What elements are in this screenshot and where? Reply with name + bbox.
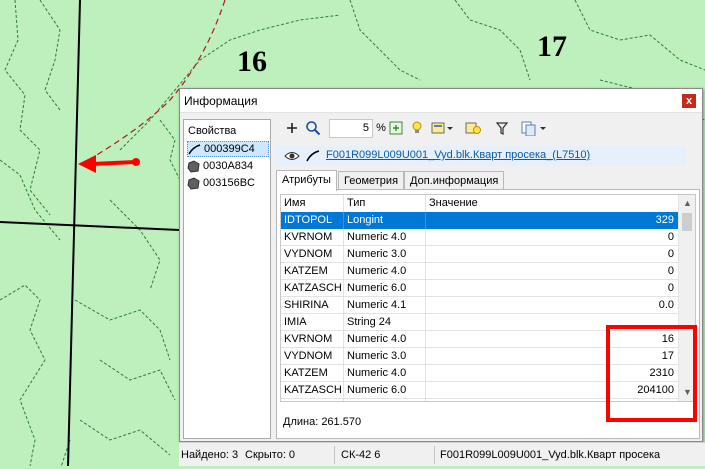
close-button[interactable]: x bbox=[682, 94, 696, 108]
length-readout: Длина: 261.570 bbox=[283, 416, 362, 428]
zoom-fit-icon bbox=[389, 121, 403, 135]
cell-name: SHIRINA bbox=[281, 297, 344, 314]
tree-item-label: 000399C4 bbox=[204, 143, 255, 155]
block-boundaries bbox=[0, 0, 180, 467]
cell-type: String 24 bbox=[344, 314, 426, 331]
table-row[interactable]: KVRNOM Numeric 4.0 0 bbox=[281, 229, 679, 246]
fit-button[interactable] bbox=[388, 119, 404, 137]
copy-menu-button[interactable] bbox=[520, 119, 548, 137]
header-value[interactable]: Значение bbox=[426, 195, 679, 212]
object-row: F001R099L009U001_Vyd.blk.Кварт просека_(… bbox=[276, 146, 686, 166]
cell-type: Numeric 4.0 bbox=[344, 365, 426, 382]
magnifier-icon bbox=[306, 121, 321, 136]
lightbulb-icon bbox=[412, 121, 422, 133]
red-arrow-annotation bbox=[78, 155, 140, 173]
cell-type: Numeric 4.1 bbox=[344, 297, 426, 314]
line-icon bbox=[188, 143, 201, 154]
cell-name: KVRNOM bbox=[281, 331, 344, 348]
tree-item-000399C4[interactable]: 000399C4 bbox=[187, 141, 269, 157]
cell-name: IMIA bbox=[281, 314, 344, 331]
cell-type: Numeric 4.0 bbox=[344, 331, 426, 348]
highlight-button[interactable] bbox=[410, 119, 424, 137]
dialog-titlebar[interactable]: Информация x bbox=[180, 89, 702, 113]
polygon-icon bbox=[187, 159, 200, 173]
cell-name: SHIRINA bbox=[281, 399, 344, 401]
status-bar: Найдено: 3 Скрыто: 0 СК-42 6 F001R099L00… bbox=[179, 442, 705, 466]
cell-value: 329 bbox=[426, 212, 679, 229]
layer-lightbulb-icon bbox=[465, 122, 481, 134]
tree-header: Свойства bbox=[188, 125, 237, 137]
cell-name: KATZASCH bbox=[281, 382, 344, 399]
eye-icon[interactable] bbox=[284, 149, 300, 163]
select-style-button[interactable] bbox=[430, 119, 454, 137]
scrollbar-thumb[interactable] bbox=[682, 213, 692, 231]
status-crs: СК-42 6 bbox=[341, 449, 381, 461]
status-found: Найдено: 3 bbox=[181, 449, 239, 461]
plus-icon bbox=[287, 123, 297, 133]
dialog-title: Информация bbox=[184, 94, 258, 108]
percent-label: % bbox=[376, 122, 386, 134]
cell-value: 0 bbox=[426, 246, 679, 263]
cell-type: Longint bbox=[344, 212, 426, 229]
cell-name: KATZEM bbox=[281, 365, 344, 382]
tab-attributes[interactable]: Атрибуты bbox=[276, 170, 337, 191]
tab-geometry[interactable]: Геометрия bbox=[338, 171, 405, 190]
cell-type: Numeric 6.0 bbox=[344, 280, 426, 297]
cell-type: Numeric 3.0 bbox=[344, 348, 426, 365]
filter-button[interactable] bbox=[494, 119, 510, 137]
red-highlight-box bbox=[606, 325, 697, 422]
scroll-up-icon[interactable]: ▲ bbox=[683, 198, 692, 208]
cell-name: KVRNOM bbox=[281, 229, 344, 246]
polygon-icon bbox=[187, 176, 200, 190]
cell-type: Numeric 6.0 bbox=[344, 382, 426, 399]
line-icon bbox=[306, 150, 320, 162]
cell-name: IDTOPOL bbox=[281, 212, 344, 229]
copy-icon bbox=[521, 121, 546, 136]
tree-item-label: 0030A834 bbox=[203, 160, 254, 172]
cell-name: KATZEM bbox=[281, 263, 344, 280]
cell-name: VYDNOM bbox=[281, 348, 344, 365]
tree-item-0030A834[interactable]: 0030A834 bbox=[187, 158, 269, 174]
cell-name: VYDNOM bbox=[281, 246, 344, 263]
table-row[interactable]: IDTOPOL Longint 329 bbox=[281, 212, 679, 229]
cell-type: Numeric 4.0 bbox=[344, 229, 426, 246]
status-divider bbox=[434, 446, 435, 464]
table-row[interactable]: SHIRINA Numeric 4.1 0.0 bbox=[281, 297, 679, 314]
tree-item-label: 003156BC bbox=[203, 177, 255, 189]
header-type[interactable]: Тип bbox=[344, 195, 426, 212]
cell-value: 0.0 bbox=[426, 297, 679, 314]
cell-name: KATZASCH bbox=[281, 280, 344, 297]
add-button[interactable] bbox=[284, 119, 300, 137]
cell-type: Numeric 3.0 bbox=[344, 246, 426, 263]
grid-header-row: Имя Тип Значение bbox=[281, 195, 679, 212]
table-row[interactable]: KATZASCH Numeric 6.0 0 bbox=[281, 280, 679, 297]
zoom-percent-input[interactable]: 5 bbox=[329, 119, 373, 138]
cell-value: 0 bbox=[426, 263, 679, 280]
table-row[interactable]: KATZEM Numeric 4.0 0 bbox=[281, 263, 679, 280]
layer-select-icon bbox=[431, 122, 453, 134]
info-toolbar: 5 % bbox=[276, 117, 700, 141]
tab-extra-info[interactable]: Доп.информация bbox=[404, 171, 505, 190]
zoom-button[interactable] bbox=[304, 119, 322, 137]
header-name[interactable]: Имя bbox=[281, 195, 344, 212]
cell-value: 0 bbox=[426, 280, 679, 297]
status-divider bbox=[334, 446, 335, 464]
object-name-link[interactable]: F001R099L009U001_Vyd.blk.Кварт просека_(… bbox=[326, 149, 590, 161]
status-object: F001R099L009U001_Vyd.blk.Кварт просека bbox=[440, 449, 661, 461]
cell-value: 0 bbox=[426, 229, 679, 246]
block-label-16: 16 bbox=[237, 45, 267, 78]
tree-item-003156BC[interactable]: 003156BC bbox=[187, 175, 269, 191]
cell-type: Numeric 4.0 bbox=[344, 263, 426, 280]
layer-info-button[interactable] bbox=[464, 119, 482, 137]
block-label-17: 17 bbox=[537, 30, 567, 63]
status-hidden: Скрыто: 0 bbox=[245, 449, 296, 461]
filter-icon bbox=[496, 121, 508, 135]
table-row[interactable]: VYDNOM Numeric 3.0 0 bbox=[281, 246, 679, 263]
objects-tree[interactable]: Свойства 000399C4 0030A834 003156BC bbox=[183, 119, 271, 439]
cell-type: Numeric 4.1 bbox=[344, 399, 426, 401]
